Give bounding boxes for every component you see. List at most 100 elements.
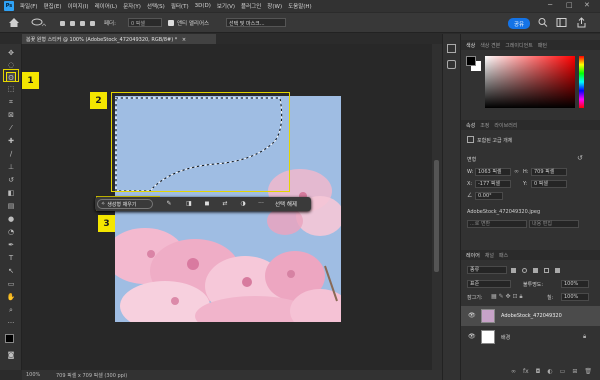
tab-color[interactable]: 색상 bbox=[466, 42, 475, 49]
color-field[interactable] bbox=[485, 56, 575, 108]
filter-smart-icon[interactable] bbox=[555, 268, 560, 273]
adjustment-layer-icon[interactable]: ◐ bbox=[547, 368, 552, 376]
y-field[interactable]: 0 픽셀 bbox=[531, 180, 567, 188]
layer-style-icon[interactable]: fx bbox=[523, 368, 529, 376]
tab-libraries[interactable]: 라이브러리 bbox=[494, 122, 517, 129]
maximize-icon[interactable]: □ bbox=[566, 1, 573, 9]
more-options-icon[interactable]: ··· bbox=[257, 200, 265, 208]
filter-type-icon[interactable] bbox=[533, 268, 538, 273]
pen-tool-icon[interactable]: ✒ bbox=[6, 240, 16, 250]
history-panel-icon[interactable] bbox=[447, 44, 456, 53]
reset-transform-icon[interactable]: ↺ bbox=[577, 154, 583, 162]
delete-layer-icon[interactable]: 🗑︎ bbox=[584, 368, 592, 376]
more-tools-icon[interactable]: ··· bbox=[6, 318, 16, 328]
rectangle-tool-icon[interactable]: ▭ bbox=[6, 279, 16, 289]
comments-panel-icon[interactable] bbox=[447, 60, 456, 69]
object-selection-tool-icon[interactable]: ⬚ bbox=[6, 84, 16, 94]
menu-3d[interactable]: 3D(D) bbox=[195, 3, 211, 9]
close-window-icon[interactable]: ✕ bbox=[584, 1, 590, 9]
vertical-scrollbar-thumb[interactable] bbox=[434, 160, 439, 272]
eyedropper-tool-icon[interactable]: ⁄ bbox=[6, 123, 16, 133]
eraser-tool-icon[interactable]: ◧ bbox=[6, 188, 16, 198]
minimize-icon[interactable]: ─ bbox=[548, 1, 552, 9]
menu-view[interactable]: 보기(V) bbox=[217, 2, 235, 10]
angle-field[interactable]: 0.00° bbox=[475, 192, 503, 200]
close-tab-icon[interactable]: × bbox=[182, 37, 186, 43]
fill-selection-icon[interactable]: ◑ bbox=[239, 200, 247, 208]
add-selection-icon[interactable] bbox=[70, 21, 75, 26]
zoom-tool-icon[interactable]: ⌕ bbox=[6, 305, 16, 315]
select-and-mask-button[interactable]: 선택 및 마스크... bbox=[226, 18, 286, 27]
subtract-selection-icon[interactable] bbox=[80, 21, 85, 26]
menu-edit[interactable]: 편집(E) bbox=[44, 2, 62, 10]
generative-fill-button[interactable]: ✧ 생성형 채우기 bbox=[97, 199, 153, 209]
type-tool-icon[interactable]: T bbox=[6, 253, 16, 263]
group-icon[interactable]: ▭ bbox=[560, 368, 566, 376]
deselect-button[interactable]: 선택 해제 bbox=[275, 200, 297, 208]
workspace-icon[interactable] bbox=[556, 17, 567, 28]
history-brush-tool-icon[interactable]: ↺ bbox=[6, 175, 16, 185]
x-field[interactable]: -177 픽셀 bbox=[475, 180, 511, 188]
home-icon[interactable] bbox=[8, 17, 20, 28]
menu-plugins[interactable]: 플러그인 bbox=[241, 2, 261, 10]
menu-help[interactable]: 도움말(H) bbox=[288, 2, 312, 10]
menu-layer[interactable]: 레이어(L) bbox=[95, 2, 118, 10]
mask-from-selection-icon[interactable]: ◼ bbox=[203, 200, 211, 208]
lock-icons[interactable]: ▦ ✎ ✥ ⊡ 🔒︎ bbox=[491, 293, 523, 301]
share-button[interactable]: 공유 bbox=[508, 18, 530, 29]
edit-contents-button[interactable]: 내용 편집 bbox=[529, 220, 579, 228]
blend-mode-select[interactable]: 표준 bbox=[467, 280, 511, 288]
filter-adjustment-icon[interactable] bbox=[522, 268, 527, 273]
layer-name[interactable]: 배경 bbox=[501, 334, 510, 341]
convert-button[interactable]: ...로 변환 bbox=[467, 220, 527, 228]
menu-image[interactable]: 이미지(I) bbox=[67, 2, 88, 10]
tab-layers[interactable]: 레이어 bbox=[466, 252, 480, 259]
gradient-tool-icon[interactable]: ▤ bbox=[6, 201, 16, 211]
feather-selection-icon[interactable]: ⇄ bbox=[221, 200, 229, 208]
share-upload-icon[interactable] bbox=[576, 17, 587, 28]
menu-window[interactable]: 창(W) bbox=[267, 2, 282, 10]
link-icon[interactable]: ∞ bbox=[514, 168, 519, 175]
tab-patterns[interactable]: 패턴 bbox=[538, 42, 547, 49]
menu-select[interactable]: 선택(S) bbox=[147, 2, 165, 10]
path-selection-tool-icon[interactable]: ↖ bbox=[6, 266, 16, 276]
brush-tool-icon[interactable]: ∕ bbox=[6, 149, 16, 159]
menu-file[interactable]: 파일(F) bbox=[20, 2, 38, 10]
document-tab[interactable]: 봄꽃 원형 스티커 @ 100% (AdobeStock_472049320, … bbox=[22, 34, 216, 44]
fill-field[interactable]: 100% bbox=[561, 293, 589, 301]
quick-mask-icon[interactable]: ◙ bbox=[6, 350, 16, 360]
crop-tool-icon[interactable]: ⌗ bbox=[6, 97, 16, 107]
tab-gradients[interactable]: 그레이디언트 bbox=[505, 42, 533, 49]
intersect-selection-icon[interactable] bbox=[90, 21, 95, 26]
filter-shape-icon[interactable] bbox=[544, 268, 549, 273]
foreground-color-swatch[interactable] bbox=[5, 334, 14, 343]
healing-brush-tool-icon[interactable]: ✚ bbox=[6, 136, 16, 146]
antialias-checkbox[interactable] bbox=[168, 20, 174, 26]
visibility-eye-icon[interactable]: 👁︎ bbox=[468, 333, 476, 340]
tab-channels[interactable]: 채널 bbox=[485, 252, 494, 259]
panel-foreground-swatch[interactable] bbox=[466, 56, 476, 66]
opacity-field[interactable]: 100% bbox=[561, 280, 589, 288]
layer-name[interactable]: AdobeStock_472049320 bbox=[501, 313, 562, 319]
new-selection-icon[interactable] bbox=[60, 21, 65, 26]
tab-adjustments[interactable]: 조정 bbox=[480, 122, 489, 129]
hue-slider[interactable] bbox=[579, 56, 584, 108]
hand-tool-icon[interactable]: ✋ bbox=[6, 292, 16, 302]
menu-filter[interactable]: 필터(T) bbox=[171, 2, 189, 10]
blur-tool-icon[interactable]: ● bbox=[6, 214, 16, 224]
layer-filter-kind[interactable]: 종류 bbox=[467, 266, 507, 274]
new-layer-icon[interactable]: ⊞ bbox=[572, 368, 577, 376]
zoom-level[interactable]: 100% bbox=[26, 372, 40, 378]
search-icon[interactable] bbox=[538, 17, 548, 28]
modify-selection-icon[interactable]: ✎ bbox=[165, 200, 173, 208]
layer-row-smart-object[interactable]: 👁︎ AdobeStock_472049320 bbox=[461, 306, 600, 326]
frame-tool-icon[interactable]: ⊠ bbox=[6, 110, 16, 120]
link-layers-icon[interactable]: ∞ bbox=[511, 368, 516, 376]
menu-type[interactable]: 문자(Y) bbox=[123, 2, 141, 10]
invert-selection-icon[interactable]: ◨ bbox=[185, 200, 193, 208]
tab-properties[interactable]: 속성 bbox=[466, 122, 475, 129]
tab-paths[interactable]: 패스 bbox=[499, 252, 508, 259]
filter-pixel-icon[interactable] bbox=[511, 268, 516, 273]
layer-row-background[interactable]: 👁︎ 배경 🔒︎ bbox=[461, 327, 600, 347]
height-field[interactable]: 709 픽셀 bbox=[531, 168, 567, 176]
